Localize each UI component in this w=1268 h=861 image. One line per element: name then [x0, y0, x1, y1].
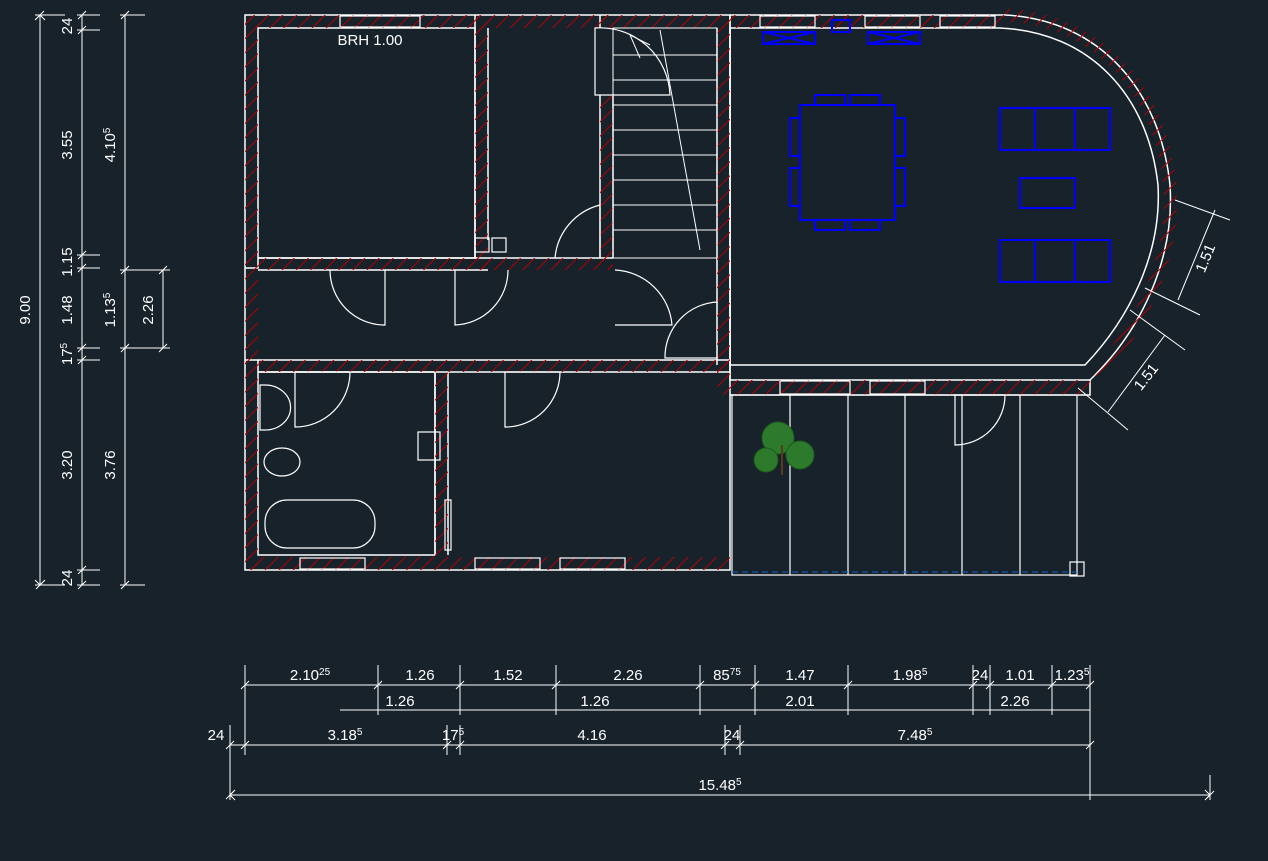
wall-hatching: [245, 15, 1170, 570]
svg-text:8575: 8575: [713, 667, 741, 684]
svg-text:4.105: 4.105: [102, 127, 119, 162]
svg-text:7.485: 7.485: [898, 727, 933, 744]
dim-vertical-overall: 9.00: [17, 15, 65, 585]
svg-text:1.26: 1.26: [385, 693, 414, 710]
svg-text:2.26: 2.26: [140, 295, 157, 324]
floorplan-walls-outline: [245, 15, 1170, 570]
svg-text:3.185: 3.185: [328, 727, 363, 744]
svg-text:1.15: 1.15: [59, 247, 76, 276]
svg-text:4.16: 4.16: [577, 727, 606, 744]
svg-text:1.51: 1.51: [1192, 242, 1219, 275]
dim-horiz-row2: 1.26 1.26 2.01 2.26: [340, 693, 1090, 710]
svg-text:1.01: 1.01: [1005, 667, 1034, 684]
svg-text:15.485: 15.485: [698, 777, 742, 794]
svg-text:1.135: 1.135: [102, 292, 119, 327]
svg-text:3.55: 3.55: [59, 130, 76, 159]
svg-text:24: 24: [59, 18, 76, 35]
dim-vertical-outer-chain: 24 3.55 1.15 1.48 175 3.20 24: [59, 15, 100, 586]
svg-text:1.48: 1.48: [59, 295, 76, 324]
room-label: BRH 1.00: [337, 32, 402, 49]
cad-floorplan-viewport[interactable]: 9.00 24 3.55 1.15 1.48 175 3.20 24 4.105…: [0, 0, 1268, 861]
svg-text:24: 24: [208, 727, 225, 744]
svg-text:24: 24: [972, 667, 989, 684]
tree-symbol: [754, 422, 814, 475]
svg-text:1.52: 1.52: [493, 667, 522, 684]
svg-text:2.26: 2.26: [1000, 693, 1029, 710]
svg-text:1.51: 1.51: [1131, 360, 1162, 393]
pergola-deck: [732, 395, 1084, 576]
windows: [300, 16, 995, 569]
svg-text:3.76: 3.76: [102, 450, 119, 479]
svg-text:24: 24: [59, 570, 76, 587]
kitchen-symbols: [418, 238, 506, 550]
svg-text:2.01: 2.01: [785, 693, 814, 710]
svg-text:3.20: 3.20: [59, 450, 76, 479]
svg-text:1.26: 1.26: [580, 693, 609, 710]
svg-text:175: 175: [59, 342, 76, 365]
svg-text:1.47: 1.47: [785, 667, 814, 684]
furniture-dining: [790, 95, 905, 230]
svg-text:2.26: 2.26: [613, 667, 642, 684]
bathroom-fixtures: [260, 385, 375, 548]
dim-vertical-mid-chain: 4.105 1.135 2.26 3.76: [102, 15, 170, 585]
svg-text:1.235: 1.235: [1055, 667, 1090, 684]
svg-text:24: 24: [724, 727, 741, 744]
svg-text:1.26: 1.26: [405, 667, 434, 684]
svg-text:2.1025: 2.1025: [290, 667, 331, 684]
svg-text:175: 175: [442, 727, 465, 744]
svg-text:9.00: 9.00: [17, 295, 34, 324]
dim-horiz-row3: 24 3.185 175 4.16 24 7.485: [208, 725, 1090, 800]
svg-text:1.985: 1.985: [893, 667, 928, 684]
dim-horiz-row1: 2.1025 1.26 1.52 2.26 8575 1.47 1.985 24…: [245, 665, 1090, 725]
dim-horiz-overall: 15.485: [230, 775, 1210, 800]
furniture-living: [763, 20, 1110, 282]
